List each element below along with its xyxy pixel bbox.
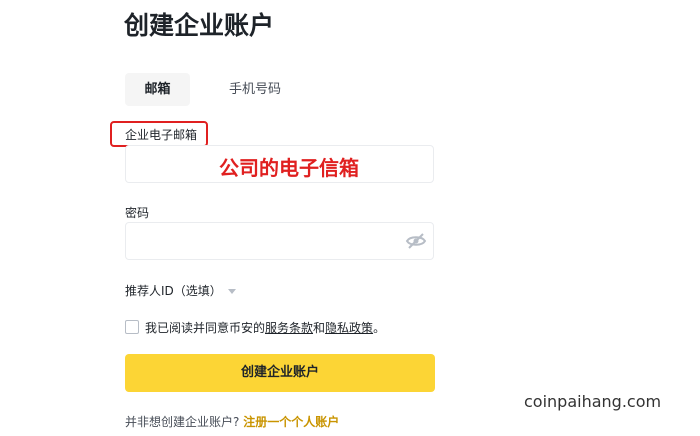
eye-off-icon[interactable] [405,231,427,251]
agreement-and: 和 [313,321,326,335]
referral-toggle[interactable]: 推荐人ID（选填） [125,282,236,299]
tab-email[interactable]: 邮箱 [125,73,190,106]
password-field[interactable] [125,222,434,260]
agreement-checkbox[interactable] [125,320,139,334]
agreement-suffix: 。 [373,321,386,335]
footer-text: 并非想创建企业账户? 注册一个个人账户 [125,413,339,430]
caret-down-icon [227,289,236,294]
email-annotation: 公司的电子信箱 [219,156,359,180]
password-field-label: 密码 [125,206,150,220]
agreement-prefix: 我已阅读并同意币安的 [145,321,266,335]
email-field-label: 企业电子邮箱 [125,128,198,142]
page-title: 创建企业账户 [124,11,275,40]
referral-label: 推荐人ID（选填） [125,284,222,298]
tab-phone[interactable]: 手机号码 [205,73,305,106]
create-account-button[interactable]: 创建企业账户 [125,354,435,392]
personal-account-link[interactable]: 注册一个个人账户 [243,415,339,429]
watermark: coinpaihang.com [524,392,662,411]
terms-link[interactable]: 服务条款 [265,321,313,335]
footer-question: 并非想创建企业账户? [125,415,240,429]
agreement-text: 我已阅读并同意币安的服务条款和隐私政策。 [145,319,385,336]
privacy-link[interactable]: 隐私政策 [325,321,373,335]
